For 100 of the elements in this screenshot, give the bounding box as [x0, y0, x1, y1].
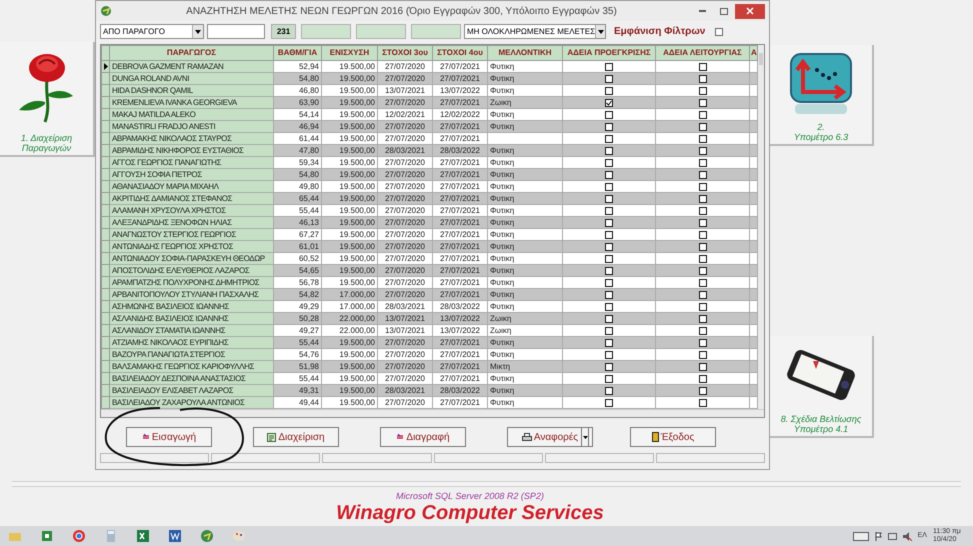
- checkbox[interactable]: [698, 374, 706, 382]
- checkbox[interactable]: [698, 362, 706, 370]
- producer-cell: ΒΑΛΣΑΜΑΚΗΣ ΓΕΩΡΓΙΟΣ ΚΑΡΙΟΦΥΛΛΗΣ: [110, 360, 274, 372]
- checkbox[interactable]: [605, 122, 613, 130]
- checkbox[interactable]: [698, 350, 706, 358]
- checkbox[interactable]: [698, 194, 706, 202]
- checkbox[interactable]: [698, 62, 706, 70]
- checkbox[interactable]: [698, 398, 706, 406]
- checkbox[interactable]: [698, 158, 706, 166]
- checkbox[interactable]: [698, 338, 706, 346]
- checkbox[interactable]: [605, 182, 613, 190]
- checkbox[interactable]: [605, 86, 613, 94]
- toolbar-button[interactable]: Αναφορές: [507, 427, 593, 447]
- store-icon: [40, 529, 54, 543]
- checkbox[interactable]: [605, 278, 613, 286]
- checkbox[interactable]: [605, 362, 613, 370]
- checkbox[interactable]: [605, 146, 613, 154]
- checkbox[interactable]: [698, 206, 706, 214]
- checkbox[interactable]: [698, 182, 706, 190]
- producer-cell: ΑΒΡΑΜΙΔΗΣ ΝΙΚΗΦΟΡΟΣ ΕΥΣΤΑΘΙΟΣ: [110, 144, 274, 156]
- checkbox[interactable]: [698, 326, 706, 334]
- checkbox[interactable]: [698, 98, 706, 106]
- search-field[interactable]: [207, 24, 265, 39]
- producer-cell: ΑΚΡΙΤΙΔΗΣ ΔΑΜΙΑΝΟΣ ΣΤΕΦΑΝΟΣ: [110, 192, 274, 204]
- caret-icon: [595, 25, 605, 38]
- producer-cell: HIDA DASHNOR QAMIL: [110, 84, 274, 96]
- close-button[interactable]: [735, 4, 765, 18]
- tile-label: Υπομέτρο 6.3: [794, 132, 848, 142]
- producer-cell: ΑΠΟΣΤΟΛΙΔΗΣ ΕΛΕΥΘΕΡΙΟΣ ΛΑΖΑΡΟΣ: [110, 264, 274, 276]
- checkbox[interactable]: [698, 122, 706, 130]
- checkbox[interactable]: [605, 302, 613, 310]
- producer-cell: ΒΑΖΟΥΡΑ ΠΑΝΑΓΙΩΤΑ ΣΤΕΡΓΙΟΣ: [110, 348, 274, 360]
- checkbox[interactable]: [605, 290, 613, 298]
- column-header[interactable]: ΑΔΕΙΑ ΛΕΙΤΟΥΡΓΙΑΣ: [656, 46, 750, 60]
- toolbar-button[interactable]: Εισαγωγή: [126, 427, 212, 447]
- horizontal-scrollbar[interactable]: [101, 409, 764, 417]
- producer-cell: ΑΣΗΜΩΝΗΣ ΒΑΣΙΛΕΙΟΣ ΙΩΑΝΝΗΣ: [110, 300, 274, 312]
- checkbox[interactable]: [698, 266, 706, 274]
- menu-tile[interactable]: 1. Διαχείριση Παραγωγών: [0, 42, 95, 157]
- caret-icon: [192, 25, 203, 38]
- checkbox[interactable]: [698, 290, 706, 298]
- checkbox[interactable]: [698, 302, 706, 310]
- toolbar-button[interactable]: Έξοδος: [630, 427, 716, 447]
- checkbox[interactable]: [605, 74, 613, 82]
- caret-icon: [582, 436, 588, 438]
- column-header[interactable]: ΜΕΛΛΟΝΤΙΚΗ: [488, 46, 562, 60]
- checkbox[interactable]: [605, 158, 613, 166]
- menu-tile[interactable]: 8. Σχέδια Βελτίωσης Υπομέτρο 4.1: [770, 336, 874, 438]
- checkbox[interactable]: [605, 62, 613, 70]
- checkbox[interactable]: [605, 254, 613, 262]
- checkbox[interactable]: [698, 134, 706, 142]
- checkbox[interactable]: [605, 206, 613, 214]
- checkbox[interactable]: [698, 110, 706, 118]
- filter-field[interactable]: [411, 24, 461, 39]
- checkbox[interactable]: [605, 350, 613, 358]
- checkbox[interactable]: [605, 110, 613, 118]
- toolbar-button[interactable]: Διαγραφή: [380, 427, 466, 447]
- checkbox[interactable]: [605, 230, 613, 238]
- checkbox[interactable]: [698, 230, 706, 238]
- producer-cell: ΑΡΒΑΝΙΤΟΠΟΥΛΟΥ ΣΤΥΛΙΑΝΗ ΠΑΣΧΑΛΗΣ: [110, 288, 274, 300]
- checkbox[interactable]: [605, 134, 613, 142]
- browser-icon: [72, 529, 86, 543]
- vertical-scrollbar[interactable]: [758, 45, 764, 409]
- checkbox[interactable]: [605, 98, 613, 106]
- checkbox[interactable]: [698, 314, 706, 322]
- door-icon: [652, 432, 659, 442]
- checkbox[interactable]: [605, 194, 613, 202]
- checkbox[interactable]: [698, 218, 706, 226]
- checkbox[interactable]: [698, 242, 706, 250]
- menu-caret-button[interactable]: [581, 427, 589, 447]
- filter-field[interactable]: [356, 24, 406, 39]
- checkbox[interactable]: [698, 278, 706, 286]
- checkbox[interactable]: [605, 218, 613, 226]
- toolbar-button[interactable]: Διαχείριση: [253, 427, 339, 447]
- column-header[interactable]: ΑΔΕΙΑ ΠΡΟΕΓΚΡΙΣΗΣ: [562, 46, 656, 60]
- producer-cell: ΑΓΓΟΣ ΓΕΩΡΓΙΟΣ ΠΑΝΑΓΙΩΤΗΣ: [110, 156, 274, 168]
- checkbox[interactable]: [605, 170, 613, 178]
- checkbox[interactable]: [605, 338, 613, 346]
- checkbox[interactable]: [698, 386, 706, 394]
- menu-tile[interactable]: 2. Υπομέτρο 6.3: [770, 45, 874, 146]
- checkbox[interactable]: [605, 398, 613, 406]
- checkbox[interactable]: [605, 386, 613, 394]
- dropdown[interactable]: ΜΗ ΟΛΟΚΛΗΡΩΜΕΝΕΣ ΜΕΛΕΤΕΣ: [464, 24, 606, 39]
- filter-field[interactable]: [301, 24, 351, 39]
- show-filters-checkbox[interactable]: [715, 28, 724, 36]
- checkbox[interactable]: [698, 170, 706, 178]
- checkbox[interactable]: [698, 146, 706, 154]
- checkbox[interactable]: [698, 86, 706, 94]
- checkbox[interactable]: [605, 242, 613, 250]
- checkbox[interactable]: [605, 314, 613, 322]
- printer-icon: [522, 432, 532, 442]
- checkbox[interactable]: [605, 374, 613, 382]
- flag-icon: [874, 532, 882, 540]
- checkbox[interactable]: [698, 74, 706, 82]
- dropdown[interactable]: ΑΠΟ ΠΑΡΑΓΟΓΟ: [100, 24, 204, 39]
- checkbox[interactable]: [698, 254, 706, 262]
- column-header[interactable]: ΠΑΡΑΓΩΓΟΣ: [110, 46, 274, 60]
- checkbox[interactable]: [605, 266, 613, 274]
- producer-cell: ΑΣΛΑΝΙΔΗΣ ΒΑΣΙΛΕΙΟΣ ΙΩΑΝΝΗΣ: [110, 312, 274, 324]
- checkbox[interactable]: [605, 326, 613, 334]
